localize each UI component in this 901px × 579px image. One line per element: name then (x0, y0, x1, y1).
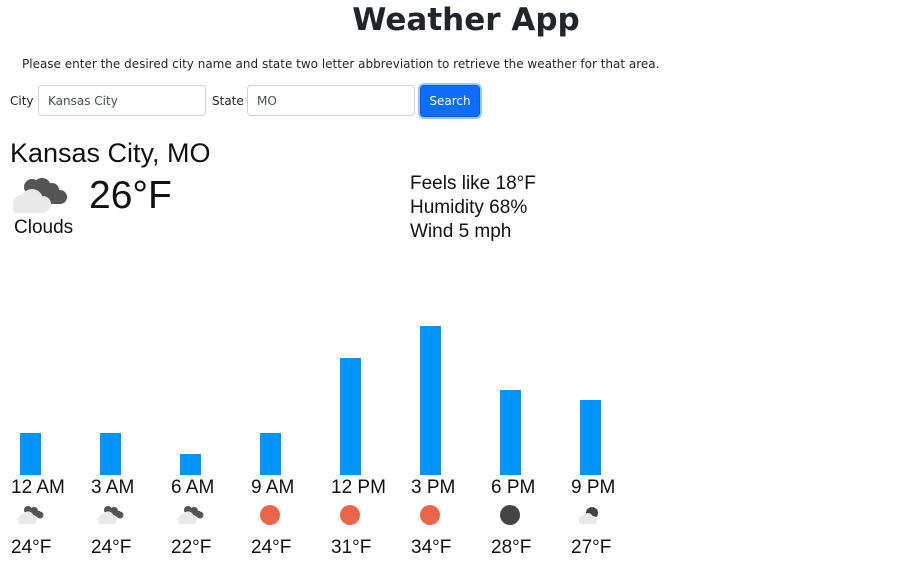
temperature-label-12-am: 24°F (11, 537, 52, 558)
temperature-bar-6-am (180, 454, 201, 475)
condition-text: Clouds (14, 217, 74, 238)
hour-label-12-am: 12 AM (11, 477, 65, 498)
search-button[interactable]: Search (420, 85, 480, 117)
sun-icon (259, 504, 281, 531)
temperature-bar-3-pm (420, 326, 441, 475)
temperature-bar-3-am (100, 433, 121, 475)
hour-label-3-am: 3 AM (91, 477, 135, 498)
sun-icon (419, 504, 441, 531)
humidity-text: Humidity 68% (410, 197, 528, 218)
hour-label-6-am: 6 AM (171, 477, 215, 498)
temperature-label-12-pm: 31°F (331, 537, 372, 558)
hour-label-12-pm: 12 PM (331, 477, 386, 498)
clouds-icon (15, 505, 47, 530)
temperature-label-3-am: 24°F (91, 537, 132, 558)
page-title: Weather App (352, 2, 580, 38)
sun-icon (339, 504, 361, 531)
wind-text: Wind 5 mph (410, 221, 512, 242)
temperature-bar-9-pm (580, 400, 601, 475)
temperature-label-3-pm: 34°F (411, 537, 452, 558)
location-heading: Kansas City, MO (10, 138, 211, 168)
clouds-icon (175, 505, 207, 530)
temperature-bar-12-am (20, 433, 41, 475)
state-input[interactable] (247, 85, 415, 116)
temperature-label-6-am: 22°F (171, 537, 212, 558)
moon-icon (499, 504, 521, 531)
clouds-icon (10, 176, 70, 216)
instructions-text: Please enter the desired city name and s… (22, 57, 660, 71)
hour-label-6-pm: 6 PM (491, 477, 536, 498)
temperature-bar-6-pm (500, 390, 521, 475)
temperature-bar-9-am (260, 433, 281, 475)
current-temperature: 26°F (89, 174, 172, 217)
hour-label-9-am: 9 AM (251, 477, 295, 498)
feels-like-text: Feels like 18°F (410, 173, 536, 194)
city-label: City (10, 94, 34, 108)
hour-label-3-pm: 3 PM (411, 477, 456, 498)
temperature-bar-12-pm (340, 358, 361, 475)
city-input[interactable] (38, 85, 206, 116)
state-label: State (212, 94, 244, 108)
partly-cloudy-night-icon (575, 505, 603, 530)
clouds-icon (95, 505, 127, 530)
temperature-label-9-am: 24°F (251, 537, 292, 558)
hour-label-9-pm: 9 PM (571, 477, 616, 498)
temperature-label-6-pm: 28°F (491, 537, 532, 558)
temperature-label-9-pm: 27°F (571, 537, 612, 558)
